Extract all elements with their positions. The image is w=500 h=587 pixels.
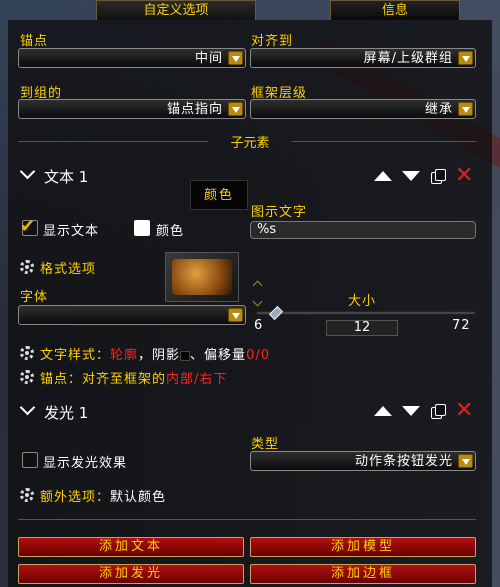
size-value-input[interactable]: 12 [326, 320, 398, 336]
font-label: 字体 [20, 290, 49, 305]
anchor-value: 中间 [194, 51, 223, 66]
tab-info[interactable]: 信息 [330, 0, 460, 20]
glow-type-value: 动作条按钮发光 [354, 454, 453, 469]
size-min: 6 [254, 318, 264, 333]
anchor-summary-row[interactable]: 锚点：对齐至框架的内部/右下 [40, 368, 227, 387]
color-button[interactable]: 颜色 [190, 180, 248, 210]
delete-icon[interactable]: ✕ [455, 400, 473, 422]
delete-icon[interactable]: ✕ [455, 165, 473, 187]
display-text-input[interactable]: %s [250, 221, 476, 239]
align-to-dropdown[interactable]: 屏幕/上级群组 [250, 48, 476, 68]
dropdown-arrow-icon[interactable] [228, 102, 243, 116]
add-model-button[interactable]: 添加模型 [250, 537, 476, 557]
text-element-header[interactable]: 文本 1 [44, 166, 88, 187]
gear-icon [20, 370, 34, 384]
format-options-label[interactable]: 格式选项 [40, 258, 96, 277]
show-text-label: 显示文本 [43, 224, 100, 239]
font-dropdown[interactable] [18, 305, 246, 325]
dropdown-arrow-icon[interactable] [228, 51, 243, 65]
text-style-row[interactable]: 文字样式：轮廓，阴影 、偏移量0/0 [40, 344, 270, 363]
move-up-icon[interactable] [374, 171, 392, 181]
shadow-color-swatch[interactable] [180, 350, 191, 361]
color-checkbox[interactable] [134, 220, 150, 236]
add-glow-button[interactable]: 添加发光 [18, 564, 244, 584]
dropdown-arrow-icon[interactable] [228, 308, 243, 322]
add-border-button[interactable]: 添加边框 [250, 564, 476, 584]
to-group-value: 锚点指向 [166, 102, 223, 117]
font-preview-icon[interactable] [165, 252, 239, 302]
divider [18, 519, 476, 520]
glow-element-header[interactable]: 发光 1 [44, 402, 88, 423]
divider [292, 141, 476, 142]
tab-custom-options[interactable]: 自定义选项 [96, 0, 256, 20]
anchor-dropdown[interactable]: 中间 [18, 48, 246, 68]
checkmark-icon: ✔ [20, 216, 36, 237]
size-slider-track[interactable] [256, 311, 476, 315]
glow-type-label: 类型 [251, 437, 280, 452]
gear-icon [20, 346, 34, 360]
dropdown-arrow-icon[interactable] [458, 51, 473, 65]
frame-strata-value: 继承 [424, 102, 453, 117]
show-glow-label: 显示发光效果 [43, 456, 128, 471]
color-label: 颜色 [156, 224, 185, 239]
anchor-label: 锚点 [20, 34, 49, 49]
move-down-icon[interactable] [402, 171, 420, 181]
show-glow-checkbox[interactable] [22, 452, 38, 468]
gear-icon [20, 488, 34, 502]
duplicate-icon[interactable] [431, 169, 446, 184]
glow-type-dropdown[interactable]: 动作条按钮发光 [250, 451, 476, 471]
align-to-value: 屏幕/上级群组 [363, 51, 453, 66]
duplicate-icon[interactable] [431, 404, 446, 419]
move-up-icon[interactable] [374, 406, 392, 416]
add-text-button[interactable]: 添加文本 [18, 537, 244, 557]
frame-strata-dropdown[interactable]: 继承 [250, 99, 476, 119]
dropdown-arrow-icon[interactable] [458, 102, 473, 116]
size-label: 大小 [348, 294, 377, 309]
dropdown-arrow-icon[interactable] [458, 454, 473, 468]
to-group-dropdown[interactable]: 锚点指向 [18, 99, 246, 119]
display-text-label: 图示文字 [251, 205, 308, 220]
extra-options-row[interactable]: 额外选项：默认颜色 [40, 486, 166, 505]
move-down-icon[interactable] [402, 406, 420, 416]
align-to-label: 对齐到 [251, 34, 294, 49]
size-max: 72 [452, 318, 471, 333]
gear-icon [20, 260, 34, 274]
